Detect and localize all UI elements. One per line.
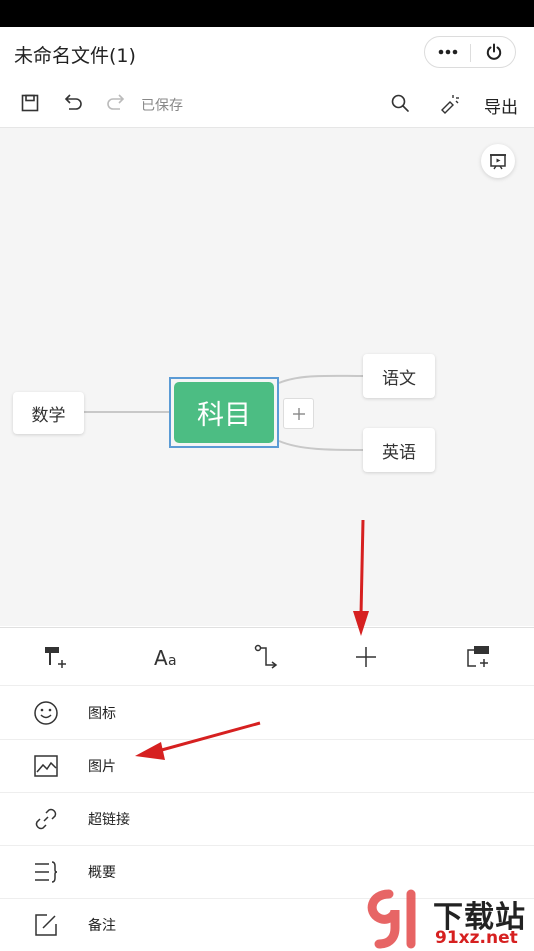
tab-insert[interactable] [351,642,381,672]
panel-tabs: A a [0,628,534,686]
redo-icon [107,94,125,110]
site-watermark: 下载站 91xz.net [365,888,534,950]
subtopic-icon [467,646,489,667]
menu-item-hyperlink[interactable]: 超链接 [0,792,534,846]
tab-subtopic[interactable] [463,642,493,672]
document-title: 未命名文件(1) [14,45,136,67]
menu-item-label: 超链接 [88,812,130,828]
power-icon [486,43,501,60]
close-button[interactable] [471,37,516,67]
watermark-domain: 91xz.net [435,928,518,948]
menu-item-label: 图标 [88,706,116,722]
mindmap-canvas[interactable]: 数学 科目 语文 英语 [0,128,534,626]
undo-button[interactable] [61,91,85,115]
search-button[interactable] [388,91,412,115]
save-button[interactable] [18,91,42,115]
topic-node-math[interactable]: 数学 [13,392,84,434]
svg-text:A: A [154,646,168,670]
summary-icon [32,858,60,886]
title-bar: 未命名文件(1) [0,27,534,79]
status-bar [0,0,534,27]
mini-program-capsule [424,36,516,68]
menu-item-icon[interactable]: 图标 [0,686,534,740]
menu-item-image[interactable]: 图片 [0,739,534,793]
export-button[interactable]: 导出 [484,93,518,118]
connector-icon [254,644,278,669]
add-icon [356,647,376,667]
tab-font[interactable]: A a [152,642,182,672]
image-icon [32,752,60,780]
link-icon [32,805,60,833]
smiley-icon [32,699,60,727]
tab-style[interactable] [40,642,70,672]
add-child-button[interactable] [283,398,314,429]
search-icon [391,94,409,112]
menu-item-label: 概要 [88,865,116,881]
menu-item-label: 图片 [88,759,116,775]
editor-toolbar: 已保存 导出 [0,79,534,128]
magic-wand-icon [441,95,459,114]
redo-button[interactable] [104,91,128,115]
style-icon [45,647,66,668]
menu-item-label: 备注 [88,918,116,934]
topic-node-chinese[interactable]: 语文 [363,354,435,398]
svg-text:a: a [168,653,177,669]
plus-icon [292,407,305,420]
font-icon: A a [154,646,177,670]
save-status: 已保存 [141,98,183,114]
save-icon [21,94,39,112]
tab-connector[interactable] [252,642,282,672]
topic-node-english[interactable]: 英语 [363,428,435,472]
theme-button[interactable] [437,91,461,115]
note-icon [32,911,60,939]
root-topic-node[interactable]: 科目 [174,382,274,443]
undo-icon [64,94,82,110]
more-dots-icon [438,49,457,55]
more-button[interactable] [425,37,470,67]
